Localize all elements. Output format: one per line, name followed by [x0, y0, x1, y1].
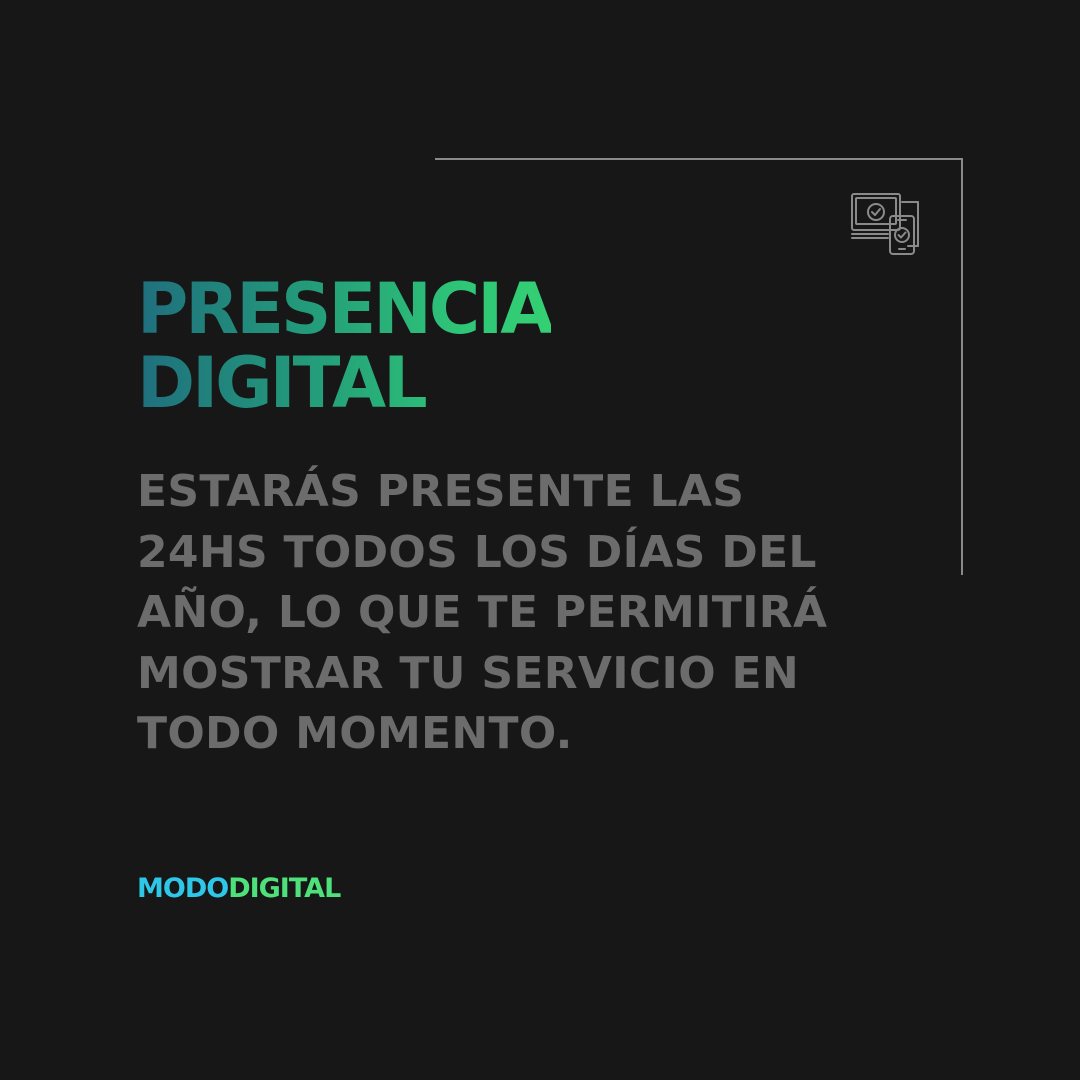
frame-top-line: [435, 158, 963, 160]
headline: PRESENCIA DIGITAL: [137, 272, 551, 420]
headline-line-2: DIGITAL: [137, 342, 425, 424]
body-line-5: TODO MOMENTO.: [137, 708, 573, 759]
post-canvas: PRESENCIA DIGITAL ESTARÁS PRESENTE LAS 2…: [0, 0, 1080, 1080]
frame-right-line: [961, 158, 963, 575]
body-line-3: AÑO, LO QUE TE PERMITIRÁ: [137, 587, 828, 638]
headline-line-1: PRESENCIA: [137, 268, 552, 350]
body-line-4: MOSTRAR TU SERVICIO EN: [137, 647, 800, 699]
devices-check-icon: [851, 193, 919, 255]
body-line-1: ESTARÁS PRESENTE LAS: [137, 466, 745, 517]
brand-logo: MODODIGITAL: [137, 872, 341, 906]
brand-logo-part-1: MODO: [137, 873, 229, 904]
brand-logo-part-2: DIGITAL: [228, 873, 341, 904]
body-line-2: 24HS TODOS LOS DÍAS DEL: [137, 526, 817, 578]
body-paragraph: ESTARÁS PRESENTE LAS 24HS TODOS LOS DÍAS…: [137, 462, 897, 765]
